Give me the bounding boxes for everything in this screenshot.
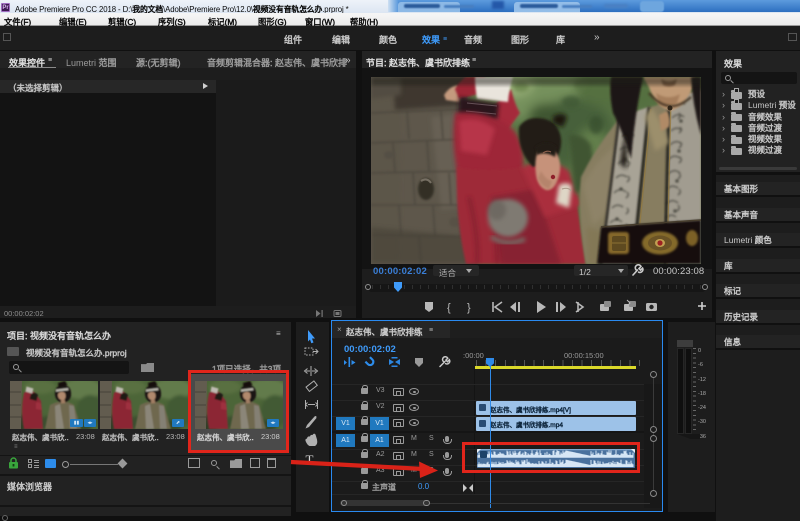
svg-text:T: T [306, 452, 314, 467]
svg-text:}: } [467, 302, 471, 314]
svg-text:{: { [447, 302, 451, 314]
